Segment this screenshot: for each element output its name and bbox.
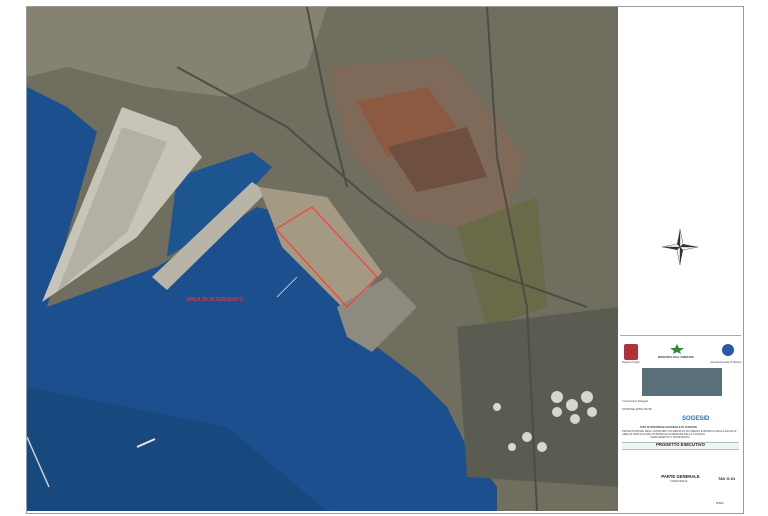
consultant-logo: SOGESID [682,416,710,422]
title-block: Regione Puglia MINISTERO DELL'AMBIENTE A… [620,335,741,512]
port-authority-logo-icon [722,344,734,356]
refinery-zone [457,307,618,487]
side-panel: Regione Puglia MINISTERO DELL'AMBIENTE A… [620,7,741,511]
compass-rose-icon [661,228,699,266]
footer-logo: ISTEA [716,502,724,505]
title-block-logos: Regione Puglia MINISTERO DELL'AMBIENTE A… [622,338,742,366]
aerial-map-graphic [27,7,618,511]
header-mid: MINISTERO DELL'AMBIENTE [658,356,695,359]
site-title: SITO DI INTERESSE NAZIONALE DI TARANTO [640,426,698,429]
phase-title: PROGETTO ESECUTIVO [656,442,705,447]
station-line: STAZIONE APPALTANTE [622,408,652,411]
ministry-star-icon [670,344,684,354]
project-line-3: "AMPLIAMENTO V SPORGENTE" [650,436,691,439]
client-line: Commissario Delegato [622,400,649,403]
subject-title: COROGRAFIA [670,480,688,483]
location-thumbnail [642,368,722,396]
aerial-map: AREA DI INTERVENTO [27,7,618,511]
header-left: Regione Puglia [622,361,640,364]
intervention-area-label: AREA DI INTERVENTO [186,297,244,303]
header-right: Autorità Portuale di Taranto [710,361,742,364]
region-crest-icon [624,344,638,360]
tav-number: TAV G.01 [718,476,736,481]
